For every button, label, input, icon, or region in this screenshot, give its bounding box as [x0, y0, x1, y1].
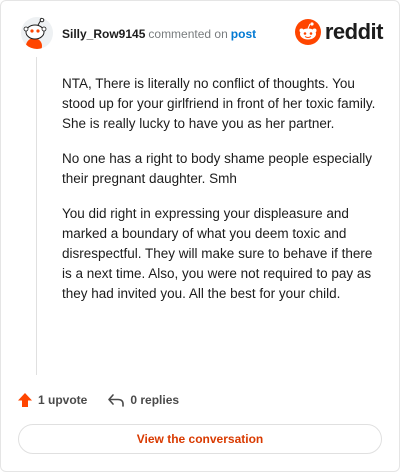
view-conversation-label: View the conversation [136, 432, 264, 446]
comment-paragraph: You did right in expressing your displea… [62, 206, 373, 301]
reddit-wordmark: reddit [324, 19, 384, 44]
replies-button[interactable]: 0 replies [107, 392, 179, 408]
reddit-logo-icon [294, 19, 321, 45]
snoo-avatar-icon [21, 17, 53, 49]
reddit-brand[interactable]: reddit [294, 17, 384, 47]
comment-card: Silly_Row9145 commented on post reddit NTA… [0, 0, 400, 472]
reply-arrow-icon [108, 394, 125, 407]
thread-line [36, 57, 37, 375]
user-avatar[interactable] [21, 17, 53, 49]
comment-paragraph: No one has a right to body shame people … [62, 151, 372, 186]
username-link[interactable]: Silly_Row9145 [62, 27, 145, 41]
comment-body: NTA, There is literally no conflict of t… [62, 74, 380, 319]
comment-header: Silly_Row9145 commented on post reddit [21, 15, 384, 51]
view-conversation-button[interactable]: View the conversation [18, 424, 382, 454]
upvote-count: 1 upvote [38, 393, 88, 407]
comment-meta: Silly_Row9145 commented on post [62, 27, 256, 41]
upvote-arrow-icon [18, 393, 32, 407]
upvote-button[interactable]: 1 upvote [17, 392, 87, 408]
replies-count: 0 replies [130, 393, 180, 407]
comment-paragraph: NTA, There is literally no conflict of t… [62, 76, 376, 131]
post-link[interactable]: post [231, 27, 256, 41]
comment-actions: 1 upvote 0 replies [17, 389, 199, 411]
commented-on-label: commented on [148, 27, 228, 41]
